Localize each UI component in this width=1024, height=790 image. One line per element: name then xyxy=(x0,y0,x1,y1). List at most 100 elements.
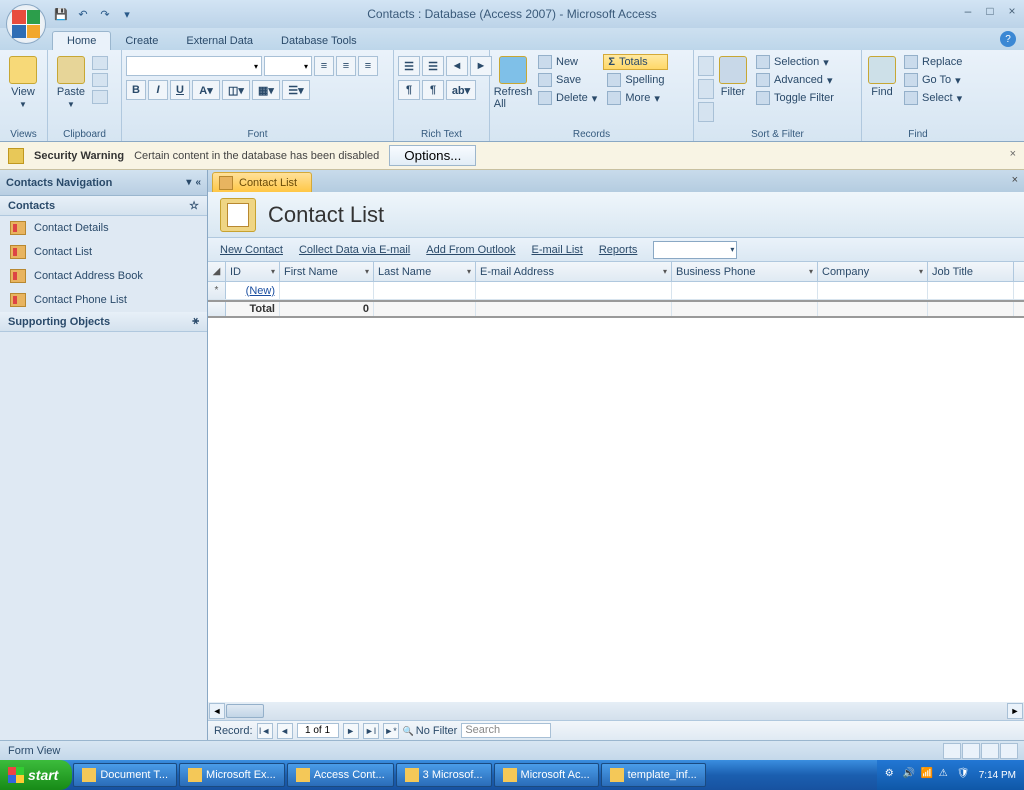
tray-icon[interactable]: 🔊 xyxy=(903,768,917,782)
font-color-button[interactable]: A▾ xyxy=(192,80,220,100)
search-box[interactable]: Search xyxy=(461,723,551,738)
document-tab[interactable]: Contact List xyxy=(212,172,312,192)
bold-button[interactable]: B xyxy=(126,80,146,100)
new-record-nav-button[interactable]: ►* xyxy=(383,723,399,739)
nav-header[interactable]: Contacts Navigation ▾« xyxy=(0,170,207,196)
tab-external-data[interactable]: External Data xyxy=(172,32,267,50)
email-list-link[interactable]: E-mail List xyxy=(532,244,583,256)
taskbar-item[interactable]: template_inf... xyxy=(601,763,706,787)
column-job-title[interactable]: Job Title xyxy=(928,262,1014,281)
sort-desc-icon[interactable] xyxy=(698,79,714,99)
alt-row-button[interactable]: ☰▾ xyxy=(282,80,310,100)
scroll-thumb[interactable] xyxy=(226,704,264,718)
sort-asc-icon[interactable] xyxy=(698,56,714,76)
save-icon[interactable]: 💾 xyxy=(52,5,70,23)
nav-item-contact-list[interactable]: Contact List xyxy=(0,240,207,264)
start-button[interactable]: start xyxy=(0,760,72,790)
replace-button[interactable]: Replace xyxy=(900,54,966,70)
view-button[interactable]: View▼ xyxy=(4,52,42,109)
find-button[interactable]: Find xyxy=(866,52,898,98)
copy-icon[interactable] xyxy=(92,73,108,87)
bulleted-list-icon[interactable]: ☰ xyxy=(422,56,444,76)
toggle-filter-button[interactable]: Toggle Filter xyxy=(752,90,838,106)
qat-dropdown-icon[interactable]: ▾ xyxy=(118,5,136,23)
decrease-indent-icon[interactable]: ◄ xyxy=(446,56,468,76)
select-button[interactable]: Select ▾ xyxy=(900,90,966,106)
first-record-button[interactable]: I◄ xyxy=(257,723,273,739)
align-center-icon[interactable]: ≡ xyxy=(336,56,356,76)
rtl-icon[interactable]: ¶ xyxy=(422,80,444,100)
advanced-button[interactable]: Advanced ▾ xyxy=(752,72,838,88)
filter-button[interactable]: Filter xyxy=(716,52,750,98)
datasheet-view-button[interactable] xyxy=(962,743,980,759)
record-position-input[interactable] xyxy=(297,723,339,738)
increase-indent-icon[interactable]: ► xyxy=(470,56,492,76)
column-email[interactable]: E-mail Address▾ xyxy=(476,262,672,281)
tray-icon[interactable]: ⚠ xyxy=(939,768,953,782)
new-record-row[interactable]: * (New) xyxy=(208,282,1024,300)
reports-link[interactable]: Reports xyxy=(599,244,638,256)
taskbar-item[interactable]: Microsoft Ac... xyxy=(494,763,599,787)
tray-icon[interactable]: ⚙ xyxy=(885,768,899,782)
form-view-button[interactable] xyxy=(943,743,961,759)
taskbar-item[interactable]: 3 Microsof... xyxy=(396,763,492,787)
column-first-name[interactable]: First Name▾ xyxy=(280,262,374,281)
paste-button[interactable]: Paste▼ xyxy=(52,52,90,109)
nav-item-contact-details[interactable]: Contact Details xyxy=(0,216,207,240)
next-record-button[interactable]: ► xyxy=(343,723,359,739)
help-icon[interactable]: ? xyxy=(1000,31,1016,47)
nav-item-contact-phone-list[interactable]: Contact Phone List xyxy=(0,288,207,312)
format-painter-icon[interactable] xyxy=(92,90,108,104)
scroll-left-icon[interactable]: ◄ xyxy=(209,703,225,719)
design-view-button[interactable] xyxy=(1000,743,1018,759)
ltr-icon[interactable]: ¶ xyxy=(398,80,420,100)
taskbar-item[interactable]: Document T... xyxy=(73,763,177,787)
font-size-combo[interactable]: ▾ xyxy=(264,56,312,76)
refresh-all-button[interactable]: Refresh All xyxy=(494,52,532,110)
column-id[interactable]: ID▾ xyxy=(226,262,280,281)
security-close-icon[interactable]: × xyxy=(1010,148,1016,160)
redo-icon[interactable]: ↷ xyxy=(96,5,114,23)
prev-record-button[interactable]: ◄ xyxy=(277,723,293,739)
close-button[interactable]: × xyxy=(1004,4,1020,18)
layout-view-button[interactable] xyxy=(981,743,999,759)
tray-icon[interactable]: 🛡 xyxy=(957,768,971,782)
save-record-button[interactable]: Save xyxy=(534,72,601,88)
reports-dropdown[interactable]: ▾ xyxy=(653,241,737,259)
cut-icon[interactable] xyxy=(92,56,108,70)
minimize-button[interactable]: – xyxy=(960,4,976,18)
collect-email-link[interactable]: Collect Data via E-mail xyxy=(299,244,410,256)
gridlines-button[interactable]: ▦▾ xyxy=(252,80,280,100)
new-record-button[interactable]: New xyxy=(534,54,601,70)
taskbar-item[interactable]: Microsoft Ex... xyxy=(179,763,285,787)
last-record-button[interactable]: ►I xyxy=(363,723,379,739)
column-company[interactable]: Company▾ xyxy=(818,262,928,281)
fill-color-button[interactable]: ◫▾ xyxy=(222,80,250,100)
add-from-outlook-link[interactable]: Add From Outlook xyxy=(426,244,515,256)
no-filter-indicator[interactable]: No Filter xyxy=(403,725,458,737)
column-last-name[interactable]: Last Name▾ xyxy=(374,262,476,281)
scroll-right-icon[interactable]: ► xyxy=(1007,703,1023,719)
horizontal-scrollbar[interactable]: ◄ ► xyxy=(208,702,1024,720)
nav-dropdown-icon[interactable]: ▾ xyxy=(186,177,191,188)
office-button[interactable] xyxy=(6,4,46,44)
select-all-corner[interactable]: ◢ xyxy=(208,262,226,281)
tab-create[interactable]: Create xyxy=(111,32,172,50)
new-id-cell[interactable]: (New) xyxy=(226,282,280,299)
tab-database-tools[interactable]: Database Tools xyxy=(267,32,371,50)
taskbar-item[interactable]: Access Cont... xyxy=(287,763,394,787)
document-close-icon[interactable]: × xyxy=(1012,174,1018,186)
goto-button[interactable]: Go To ▾ xyxy=(900,72,966,88)
nav-group-contacts[interactable]: Contacts☆ xyxy=(0,196,207,216)
delete-record-button[interactable]: Delete ▾ xyxy=(534,90,601,106)
numbered-list-icon[interactable]: ☰ xyxy=(398,56,420,76)
selection-button[interactable]: Selection ▾ xyxy=(752,54,838,70)
clear-sort-icon[interactable] xyxy=(698,102,714,122)
more-button[interactable]: More ▾ xyxy=(603,90,668,106)
highlight-icon[interactable]: ab▾ xyxy=(446,80,476,100)
align-left-icon[interactable]: ≡ xyxy=(314,56,334,76)
nav-collapse-icon[interactable]: « xyxy=(195,177,201,188)
spelling-button[interactable]: Spelling xyxy=(603,72,668,88)
maximize-button[interactable]: □ xyxy=(982,4,998,18)
italic-button[interactable]: I xyxy=(148,80,168,100)
